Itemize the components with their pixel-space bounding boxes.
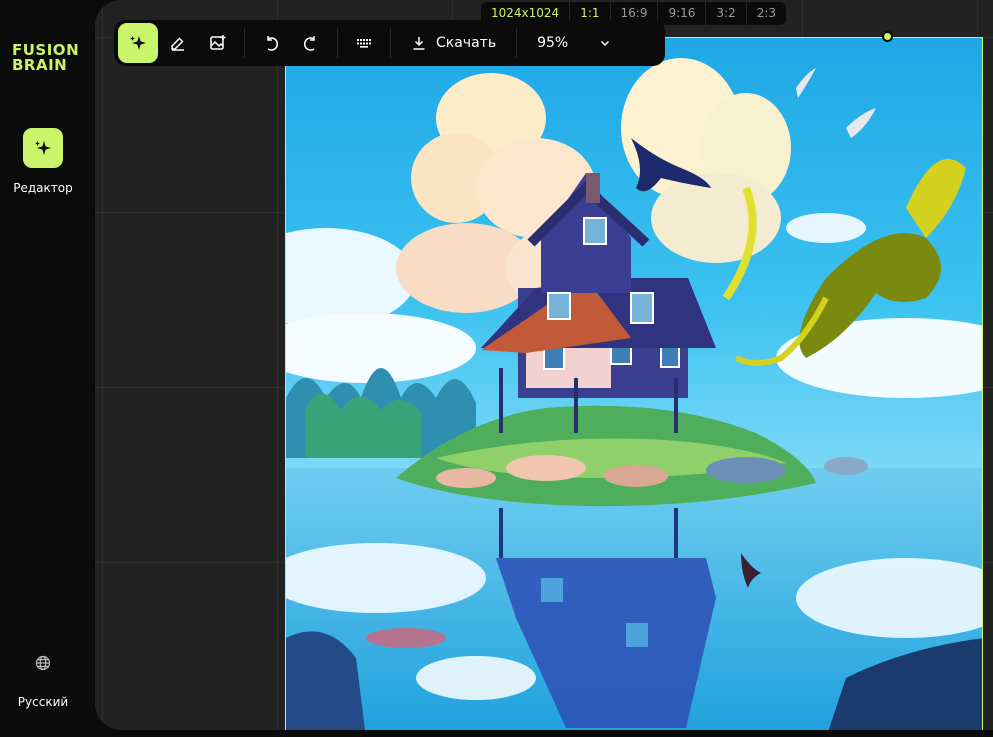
keyboard-shortcuts-button[interactable] xyxy=(344,23,384,63)
toolbar-divider xyxy=(244,28,245,58)
language-selector[interactable]: Русский xyxy=(0,655,86,709)
undo-icon xyxy=(267,36,278,51)
logo[interactable]: FUSION BRAIN xyxy=(12,43,79,73)
undo-button[interactable] xyxy=(251,23,291,63)
editor-toolbar: Скачать 95% xyxy=(114,20,665,66)
eraser-tool-button[interactable] xyxy=(158,23,198,63)
globe-icon xyxy=(0,655,86,671)
zoom-value: 95% xyxy=(537,35,569,51)
redo-icon xyxy=(304,36,315,51)
download-label: Скачать xyxy=(436,35,497,51)
logo-line-2: BRAIN xyxy=(12,56,68,74)
canvas-resize-handle[interactable] xyxy=(882,31,893,42)
sidebar-item-editor[interactable]: Редактор xyxy=(0,128,86,195)
toolbar-divider xyxy=(390,28,391,58)
ratio-option-9-16[interactable]: 9:16 xyxy=(657,2,705,25)
toolbar-divider xyxy=(516,28,518,58)
download-icon xyxy=(413,37,425,50)
ratio-option-2-3[interactable]: 2:3 xyxy=(745,2,786,25)
canvas-workspace[interactable] xyxy=(95,0,993,730)
sparkle-icon xyxy=(130,36,146,50)
download-button[interactable]: Скачать xyxy=(397,23,510,63)
app-root: FUSION BRAIN Редактор Русский 1024x1024 … xyxy=(0,0,993,737)
generate-tool-button[interactable] xyxy=(118,23,158,63)
add-image-button[interactable] xyxy=(198,23,238,63)
image-add-icon xyxy=(210,35,226,50)
language-label: Русский xyxy=(17,695,69,709)
toolbar-divider xyxy=(337,28,338,58)
canvas-image[interactable] xyxy=(285,37,983,730)
generated-image xyxy=(286,38,982,730)
chevron-down-icon xyxy=(599,37,611,49)
eraser-icon xyxy=(171,37,184,51)
sidebar-item-label: Редактор xyxy=(13,181,73,195)
keyboard-icon xyxy=(357,39,371,48)
sidebar: FUSION BRAIN Редактор Русский xyxy=(0,0,95,737)
ratio-option-3-2[interactable]: 3:2 xyxy=(705,2,745,25)
sparkle-icon xyxy=(23,128,63,168)
zoom-dropdown[interactable]: 95% xyxy=(523,23,611,63)
redo-button[interactable] xyxy=(291,23,331,63)
